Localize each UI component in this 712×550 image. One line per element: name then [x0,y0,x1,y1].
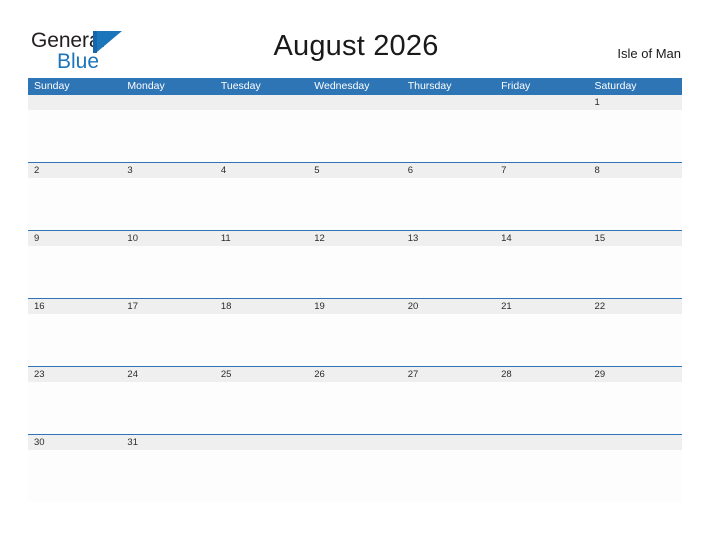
day-number[interactable]: 10 [121,231,214,246]
day-number[interactable]: 31 [121,435,214,450]
day-number[interactable]: 12 [308,231,401,246]
week-event-area[interactable] [28,178,682,230]
week-row: 30 31 [28,434,682,502]
day-number[interactable] [495,435,588,450]
week-row: 1 [28,95,682,162]
day-number[interactable]: 16 [28,299,121,314]
day-number[interactable] [215,435,308,450]
day-number[interactable]: 11 [215,231,308,246]
day-number[interactable]: 21 [495,299,588,314]
week-date-band: 16 17 18 19 20 21 22 [28,299,682,314]
week-row: 16 17 18 19 20 21 22 [28,298,682,366]
day-number[interactable]: 22 [589,299,682,314]
week-event-area[interactable] [28,246,682,298]
day-number[interactable]: 24 [121,367,214,382]
day-number[interactable]: 7 [495,163,588,178]
day-number[interactable]: 18 [215,299,308,314]
day-number[interactable]: 5 [308,163,401,178]
day-number[interactable]: 8 [589,163,682,178]
day-number[interactable]: 23 [28,367,121,382]
weekday-header-thursday: Thursday [407,80,452,92]
weekday-header-wednesday: Wednesday [314,80,370,92]
weekday-header-sunday: Sunday [34,80,70,92]
day-number[interactable] [308,435,401,450]
page-header: General Blue August 2026 Isle of Man [0,0,712,78]
day-number[interactable]: 19 [308,299,401,314]
week-event-area[interactable] [28,314,682,366]
week-row: 9 10 11 12 13 14 15 [28,230,682,298]
weekday-header-monday: Monday [127,80,165,92]
week-event-area[interactable] [28,450,682,502]
day-number[interactable]: 27 [402,367,495,382]
day-number[interactable] [28,95,121,110]
day-number[interactable]: 30 [28,435,121,450]
day-number[interactable] [402,95,495,110]
day-number[interactable]: 25 [215,367,308,382]
day-number[interactable]: 14 [495,231,588,246]
region-label: Isle of Man [617,46,681,61]
week-date-band: 9 10 11 12 13 14 15 [28,231,682,246]
week-event-area[interactable] [28,110,682,162]
weekday-header-saturday: Saturday [594,80,637,92]
weekday-header-tuesday: Tuesday [220,80,261,92]
day-number[interactable]: 9 [28,231,121,246]
week-date-band: 2 3 4 5 6 7 8 [28,163,682,178]
weekday-header-row: Sunday Monday Tuesday Wednesday Thursday… [28,78,682,95]
day-number[interactable]: 4 [215,163,308,178]
day-number[interactable]: 28 [495,367,588,382]
day-number[interactable] [308,95,401,110]
week-date-band: 1 [28,95,682,110]
day-number[interactable]: 13 [402,231,495,246]
day-number[interactable]: 20 [402,299,495,314]
day-number[interactable]: 3 [121,163,214,178]
calendar-grid: Sunday Monday Tuesday Wednesday Thursday… [28,78,682,502]
weekday-header-friday: Friday [501,80,531,92]
day-number[interactable]: 17 [121,299,214,314]
day-number[interactable]: 6 [402,163,495,178]
day-number[interactable]: 1 [589,95,682,110]
day-number[interactable]: 2 [28,163,121,178]
day-number[interactable] [495,95,588,110]
week-event-area[interactable] [28,382,682,434]
day-number[interactable] [402,435,495,450]
day-number[interactable]: 26 [308,367,401,382]
week-row: 23 24 25 26 27 28 29 [28,366,682,434]
day-number[interactable] [121,95,214,110]
page-title: August 2026 [273,30,439,62]
day-number[interactable] [589,435,682,450]
day-number[interactable]: 29 [589,367,682,382]
week-date-band: 23 24 25 26 27 28 29 [28,367,682,382]
week-date-band: 30 31 [28,435,682,450]
day-number[interactable]: 15 [589,231,682,246]
week-row: 2 3 4 5 6 7 8 [28,162,682,230]
day-number[interactable] [215,95,308,110]
